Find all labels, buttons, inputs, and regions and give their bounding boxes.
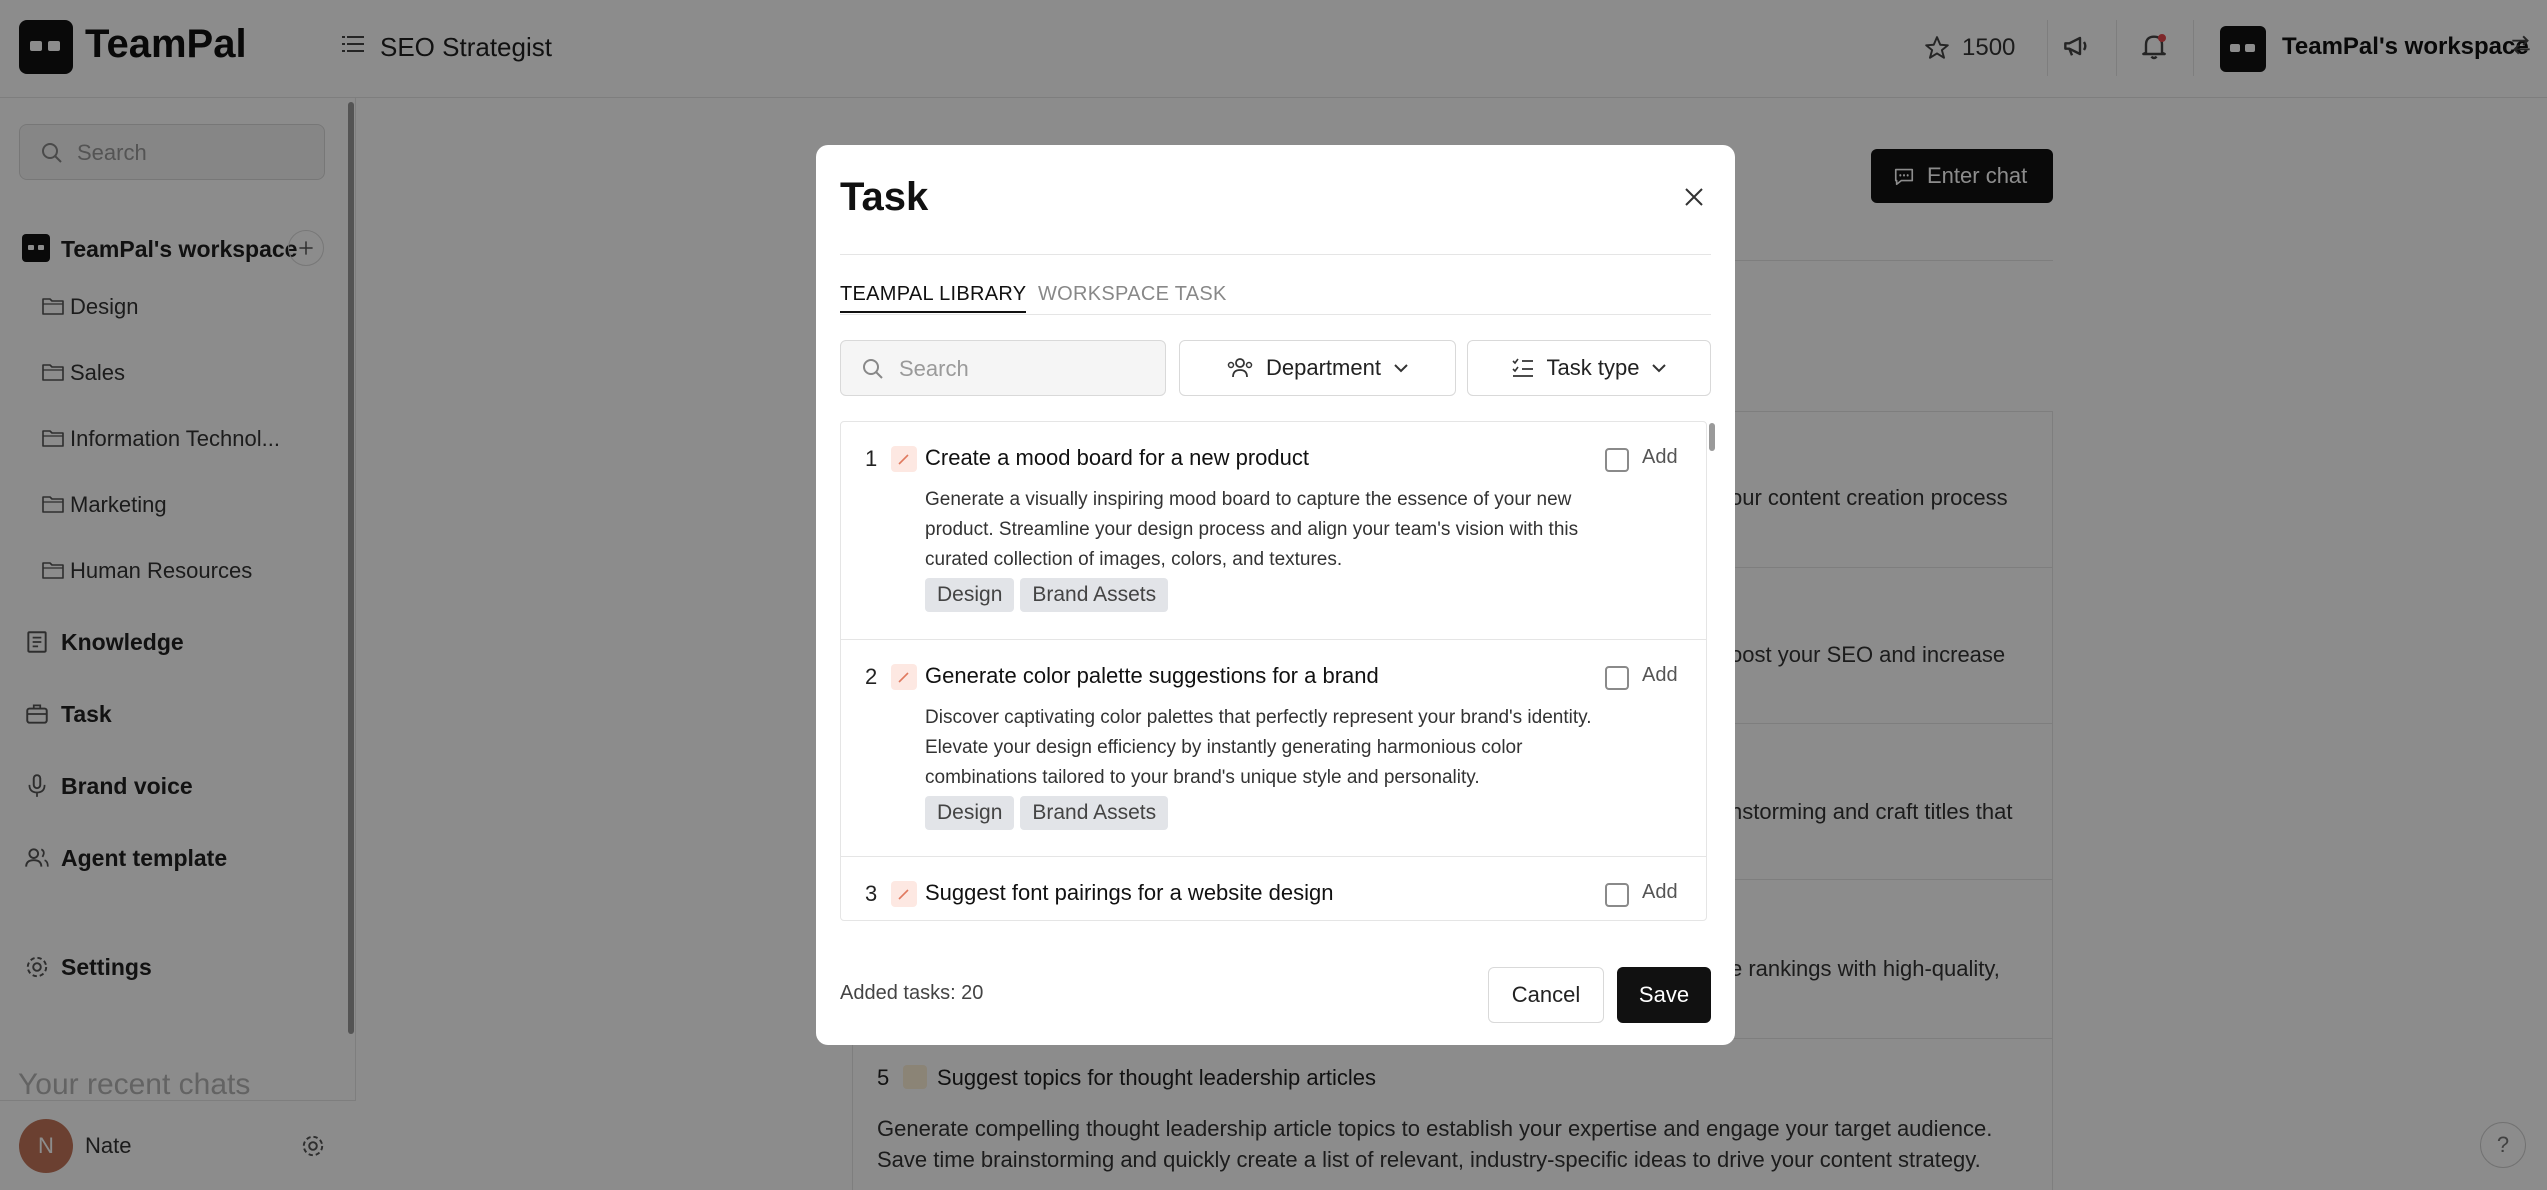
list-item: 1 Create a mood board for a new product …: [841, 422, 1706, 640]
task-list: 1 Create a mood board for a new product …: [840, 421, 1707, 921]
task-title: Generate color palette suggestions for a…: [925, 663, 1379, 688]
divider: [840, 314, 1711, 315]
task-type-label: Task type: [1546, 355, 1640, 380]
list-item: 3 Suggest font pairings for a website de…: [841, 857, 1706, 920]
tab-workspace-task[interactable]: WORKSPACE TASK: [1038, 283, 1227, 306]
add-checkbox[interactable]: [1605, 448, 1629, 472]
cancel-button[interactable]: Cancel: [1488, 967, 1604, 1023]
list-item: 2 Generate color palette suggestions for…: [841, 640, 1706, 857]
tag: Design: [925, 578, 1015, 612]
users-icon: [1227, 358, 1253, 378]
search-placeholder: Search: [899, 356, 969, 381]
task-number: 2: [865, 664, 878, 689]
pencil-icon: [891, 446, 917, 472]
task-tags: Design Brand Assets: [925, 796, 1169, 830]
task-list-scrollbar[interactable]: [1709, 423, 1715, 451]
tag: Design: [925, 796, 1015, 830]
add-label[interactable]: Add: [1642, 664, 1678, 687]
pencil-icon: [891, 881, 917, 907]
save-button[interactable]: Save: [1617, 967, 1711, 1023]
pencil-icon: [891, 664, 917, 690]
chevron-down-icon: [1394, 364, 1408, 373]
tab-teampal-library[interactable]: TEAMPAL LIBRARY: [840, 283, 1027, 313]
task-description: Generate a visually inspiring mood board…: [925, 489, 1579, 570]
close-icon[interactable]: [1682, 185, 1706, 209]
task-tags: Design Brand Assets: [925, 578, 1169, 612]
add-label[interactable]: Add: [1642, 446, 1678, 469]
task-title: Suggest font pairings for a website desi…: [925, 880, 1334, 905]
tag: Brand Assets: [1020, 578, 1169, 612]
checklist-icon: [1511, 358, 1533, 377]
task-description: Discover captivating color palettes that…: [925, 707, 1592, 788]
add-checkbox[interactable]: [1605, 666, 1629, 690]
add-checkbox[interactable]: [1605, 883, 1629, 907]
chevron-down-icon: [1652, 364, 1667, 373]
task-number: 1: [865, 446, 878, 471]
task-search-input[interactable]: Search: [840, 340, 1166, 396]
department-label: Department: [1266, 355, 1381, 380]
task-title: Create a mood board for a new product: [925, 445, 1310, 470]
added-tasks-count: Added tasks: 20: [840, 982, 984, 1004]
task-modal: Task TEAMPAL LIBRARY WORKSPACE TASK Sear…: [816, 145, 1735, 1045]
task-type-dropdown[interactable]: Task type: [1467, 340, 1711, 396]
modal-title: Task: [840, 175, 929, 219]
divider: [840, 254, 1711, 255]
tag: Brand Assets: [1020, 796, 1169, 830]
add-label[interactable]: Add: [1642, 881, 1678, 904]
department-dropdown[interactable]: Department: [1179, 340, 1456, 396]
task-number: 3: [865, 881, 878, 906]
search-icon: [863, 359, 883, 379]
